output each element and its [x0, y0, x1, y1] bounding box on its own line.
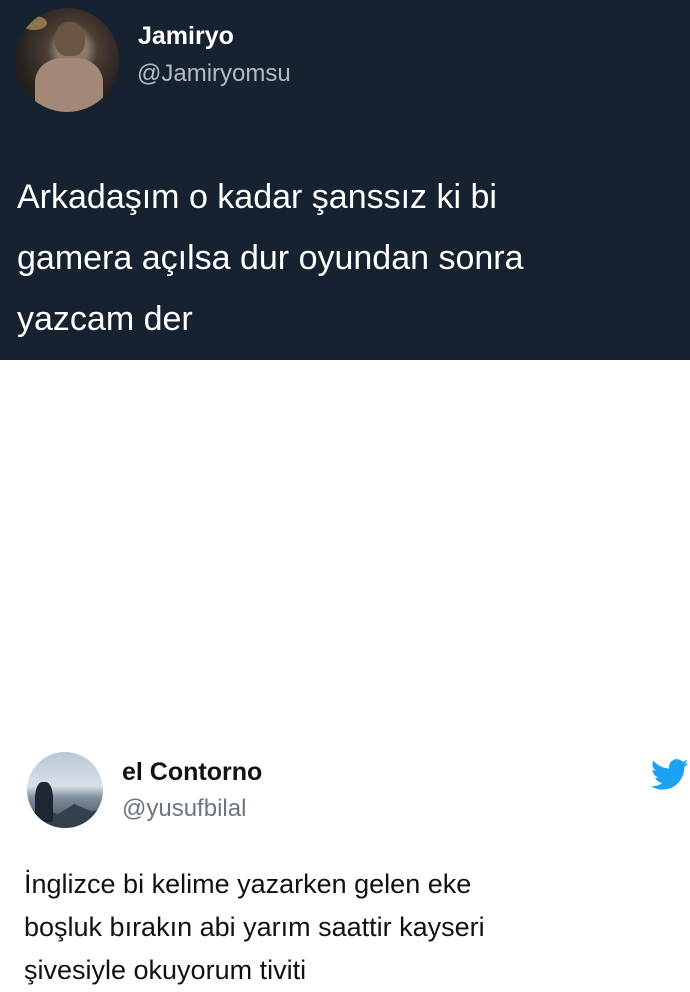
- avatar[interactable]: [15, 8, 119, 112]
- reply-tweet-card: el Contorno @yusufbilal İnglizce bi keli…: [0, 360, 690, 985]
- avatar[interactable]: [27, 752, 103, 828]
- tweet-text: Arkadaşım o kadar şanssız ki bi gamera a…: [17, 178, 524, 338]
- display-name[interactable]: Jamiryo: [138, 22, 234, 51]
- user-handle[interactable]: @Jamiryomsu: [137, 60, 291, 88]
- user-handle[interactable]: @yusufbilal: [122, 795, 246, 823]
- quoted-tweet-card: Jamiryo @Jamiryomsu Arkadaşım o kadar şa…: [0, 0, 690, 360]
- twitter-bird-icon[interactable]: [651, 758, 689, 792]
- tweet-text: İnglizce bi kelime yazarken gelen eke bo…: [24, 869, 485, 985]
- display-name[interactable]: el Contorno: [122, 758, 262, 787]
